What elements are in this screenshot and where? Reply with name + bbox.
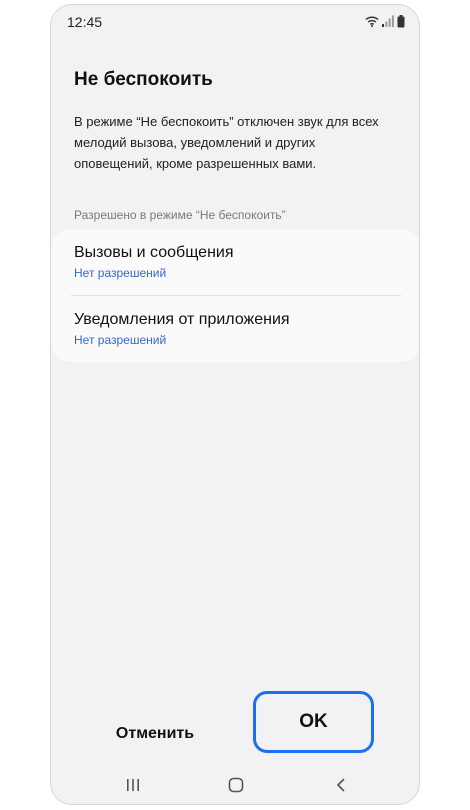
status-time: 12:45: [67, 14, 103, 30]
app-notifications-title: Уведомления от приложения: [74, 311, 290, 328]
app-notifications-item[interactable]: Уведомления от приложения Нет разрешений: [74, 311, 394, 367]
signal-icon: [382, 15, 394, 27]
ok-button-label: OK: [299, 711, 328, 732]
battery-icon: [397, 14, 405, 27]
section-label: Разрешено в режиме “Не беспокоить”: [74, 208, 286, 222]
recent-apps-icon[interactable]: [119, 773, 147, 797]
cancel-button[interactable]: Отменить: [100, 725, 210, 751]
calls-messages-item[interactable]: Вызовы и сообщения Нет разрешений: [74, 244, 394, 300]
home-icon[interactable]: [222, 773, 250, 797]
wifi-icon: [365, 16, 379, 27]
navigation-bar: [51, 767, 419, 803]
divider: [71, 295, 401, 296]
phone-screen: 12:45 Не беспокоить В режиме “Не беспоко…: [50, 4, 420, 805]
app-notifications-status: Нет разрешений: [74, 333, 167, 347]
back-icon[interactable]: [327, 773, 355, 797]
status-bar: 12:45: [51, 5, 419, 39]
calls-messages-status: Нет разрешений: [74, 266, 167, 280]
calls-messages-title: Вызовы и сообщения: [74, 244, 234, 261]
status-icons: [365, 14, 405, 28]
allowed-settings-card: Вызовы и сообщения Нет разрешений Уведом…: [51, 229, 419, 362]
page-description: В режиме “Не беспокоить” отключен звук д…: [74, 114, 379, 171]
page-title: Не беспокоить: [74, 69, 213, 90]
ok-button[interactable]: OK: [253, 691, 374, 753]
